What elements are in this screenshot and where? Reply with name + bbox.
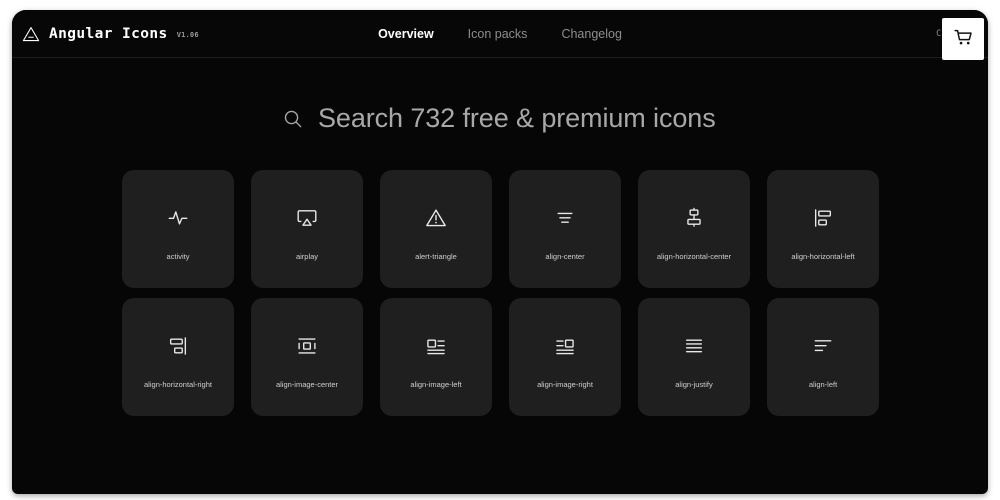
icon-card-label: align-horizontal-center xyxy=(656,251,732,261)
icon-card-label: airplay xyxy=(295,251,319,261)
main-nav: Overview Icon packs Changelog xyxy=(378,27,622,41)
icon-card-label: align-image-right xyxy=(537,379,593,389)
align-image-center-icon xyxy=(296,326,318,366)
align-image-left-icon xyxy=(425,326,447,366)
header-right: Created b xyxy=(936,10,988,60)
angular-triangle-logo-icon xyxy=(22,26,40,42)
icon-card-label: align-left xyxy=(808,379,838,389)
icon-card-alert-triangle[interactable]: alert-triangle xyxy=(380,170,492,288)
icon-card-align-image-right[interactable]: align-image-right xyxy=(509,298,621,416)
shopping-cart-icon xyxy=(953,27,974,51)
align-horizontal-center-icon xyxy=(683,198,705,238)
icon-card-align-left[interactable]: align-left xyxy=(767,298,879,416)
icon-card-label: activity xyxy=(166,251,190,261)
activity-icon xyxy=(167,198,189,238)
brand-name: Angular Icons xyxy=(49,26,168,42)
icon-card-label: align-center xyxy=(545,251,585,261)
align-image-right-icon xyxy=(554,326,576,366)
brand[interactable]: Angular Icons V1.06 xyxy=(22,26,199,42)
align-horizontal-right-icon xyxy=(167,326,189,366)
nav-link-overview[interactable]: Overview xyxy=(378,27,434,41)
icon-grid: activity airplay alert-triangle align-ce… xyxy=(122,170,879,416)
align-justify-icon xyxy=(683,326,705,366)
align-left-icon xyxy=(812,326,834,366)
search-icon xyxy=(282,108,304,130)
icon-card-align-horizontal-left[interactable]: align-horizontal-left xyxy=(767,170,879,288)
search-input[interactable] xyxy=(318,103,718,134)
nav-link-changelog[interactable]: Changelog xyxy=(561,27,621,41)
icon-card-label: align-image-center xyxy=(275,379,339,389)
icon-card-label: alert-triangle xyxy=(415,251,457,261)
icon-card-align-image-center[interactable]: align-image-center xyxy=(251,298,363,416)
brand-version: V1.06 xyxy=(176,31,199,40)
align-center-icon xyxy=(554,198,576,238)
search-row[interactable] xyxy=(12,103,988,134)
icon-card-label: align-horizontal-right xyxy=(144,379,212,389)
nav-link-icon-packs[interactable]: Icon packs xyxy=(468,27,528,41)
align-horizontal-left-icon xyxy=(812,198,834,238)
icon-card-align-center[interactable]: align-center xyxy=(509,170,621,288)
icon-card-align-horizontal-center[interactable]: align-horizontal-center xyxy=(638,170,750,288)
icon-card-airplay[interactable]: airplay xyxy=(251,170,363,288)
app-window: Angular Icons V1.06 Overview Icon packs … xyxy=(12,10,988,494)
icon-card-label: align-image-left xyxy=(410,379,462,389)
icon-card-align-horizontal-right[interactable]: align-horizontal-right xyxy=(122,298,234,416)
icon-card-align-image-left[interactable]: align-image-left xyxy=(380,298,492,416)
icon-card-label: align-justify xyxy=(675,379,713,389)
icon-card-activity[interactable]: activity xyxy=(122,170,234,288)
icon-card-align-justify[interactable]: align-justify xyxy=(638,298,750,416)
cart-button[interactable] xyxy=(942,18,984,60)
site-header: Angular Icons V1.06 Overview Icon packs … xyxy=(12,10,988,60)
icon-card-label: align-horizontal-left xyxy=(791,251,855,261)
alert-triangle-icon xyxy=(425,198,447,238)
airplay-icon xyxy=(296,198,318,238)
